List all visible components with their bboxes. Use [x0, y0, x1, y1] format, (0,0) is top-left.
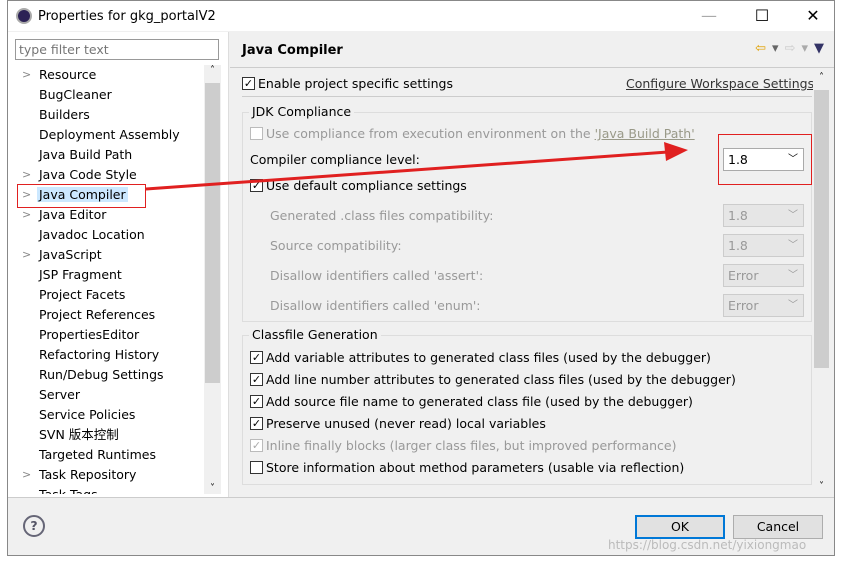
annotation-arrow	[145, 142, 688, 191]
